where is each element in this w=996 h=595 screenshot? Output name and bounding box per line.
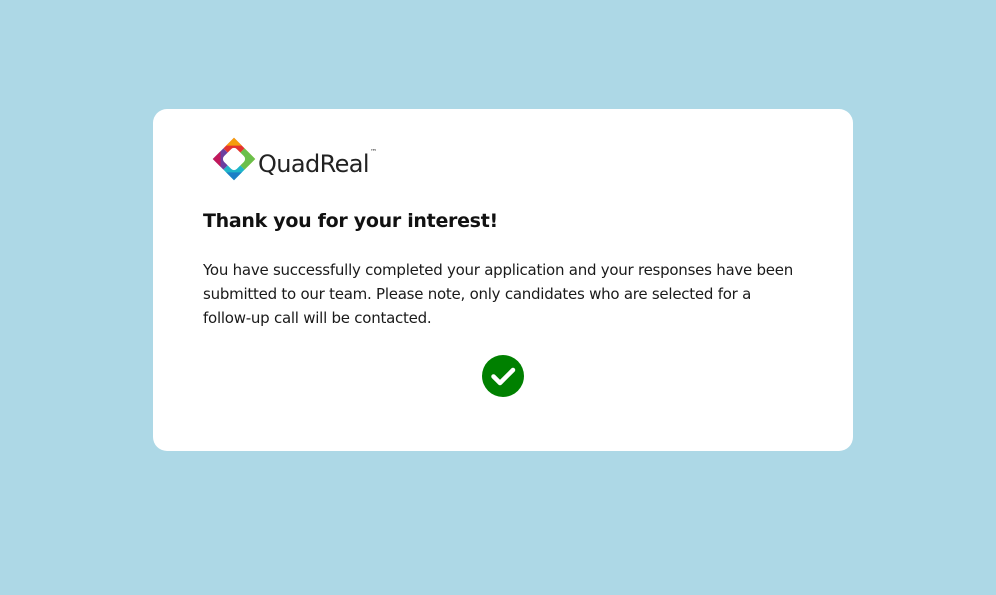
confirmation-message: You have successfully completed your app… <box>203 261 794 327</box>
logo-wordmark: QuadReal <box>258 150 370 178</box>
check-circle-icon <box>482 355 524 397</box>
confirmation-card: QuadReal ™ Thank you for your interest! … <box>153 109 853 451</box>
quadreal-logo: QuadReal ™ <box>210 135 377 183</box>
trademark-symbol: ™ <box>369 148 377 156</box>
confirmation-heading: Thank you for your interest! <box>203 210 498 232</box>
quadreal-logo-mark-icon <box>212 137 256 181</box>
